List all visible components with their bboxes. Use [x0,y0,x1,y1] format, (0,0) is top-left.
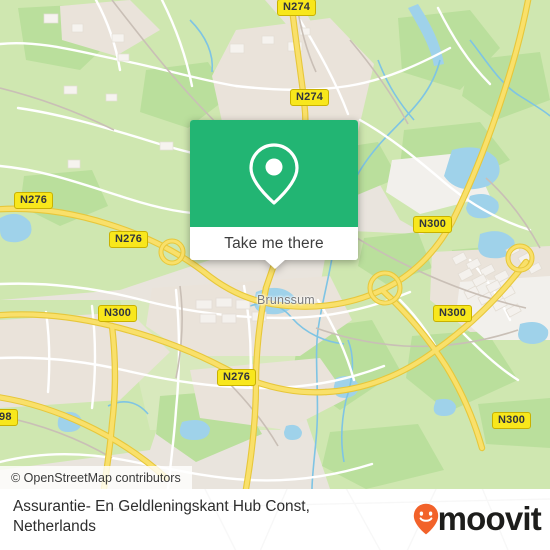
road-shield: N300 [433,305,473,322]
road-shield: N300 [98,305,138,322]
moovit-logo[interactable]: moovit [413,500,542,537]
callout-action-area[interactable]: Take me there [190,227,358,260]
road-shield: 98 [0,409,18,426]
map-canvas[interactable]: N274 N274 N276 N276 N300 N300 N300 N276 … [0,0,550,489]
osm-attribution[interactable]: © OpenStreetMap contributors [0,466,192,489]
callout-icon-area [190,120,358,227]
map-pin-icon [249,142,299,205]
footer-bar: Assurantie- En Geldleningskant Hub Const… [0,489,550,550]
city-label-brunssum: Brunssum [257,293,315,307]
road-shield: N276 [14,192,54,209]
callout-pointer [264,259,286,269]
road-shield: N274 [290,89,330,106]
road-shield: N276 [109,231,149,248]
osm-attribution-text: © OpenStreetMap contributors [11,470,181,485]
road-shield: N300 [492,412,532,429]
moovit-smiley-pin-icon [413,503,438,535]
road-shield: N274 [277,0,317,16]
callout-body: Take me there [190,120,358,260]
take-me-there-callout[interactable]: Take me there [190,120,358,269]
road-shield: N276 [217,369,257,386]
road-shield: N300 [413,216,453,233]
take-me-there-label: Take me there [224,234,324,252]
moovit-wordmark: moovit [437,500,542,537]
place-title: Assurantie- En Geldleningskant Hub Const… [13,498,310,535]
screenshot-root: N274 N274 N276 N276 N300 N300 N300 N276 … [0,0,550,550]
